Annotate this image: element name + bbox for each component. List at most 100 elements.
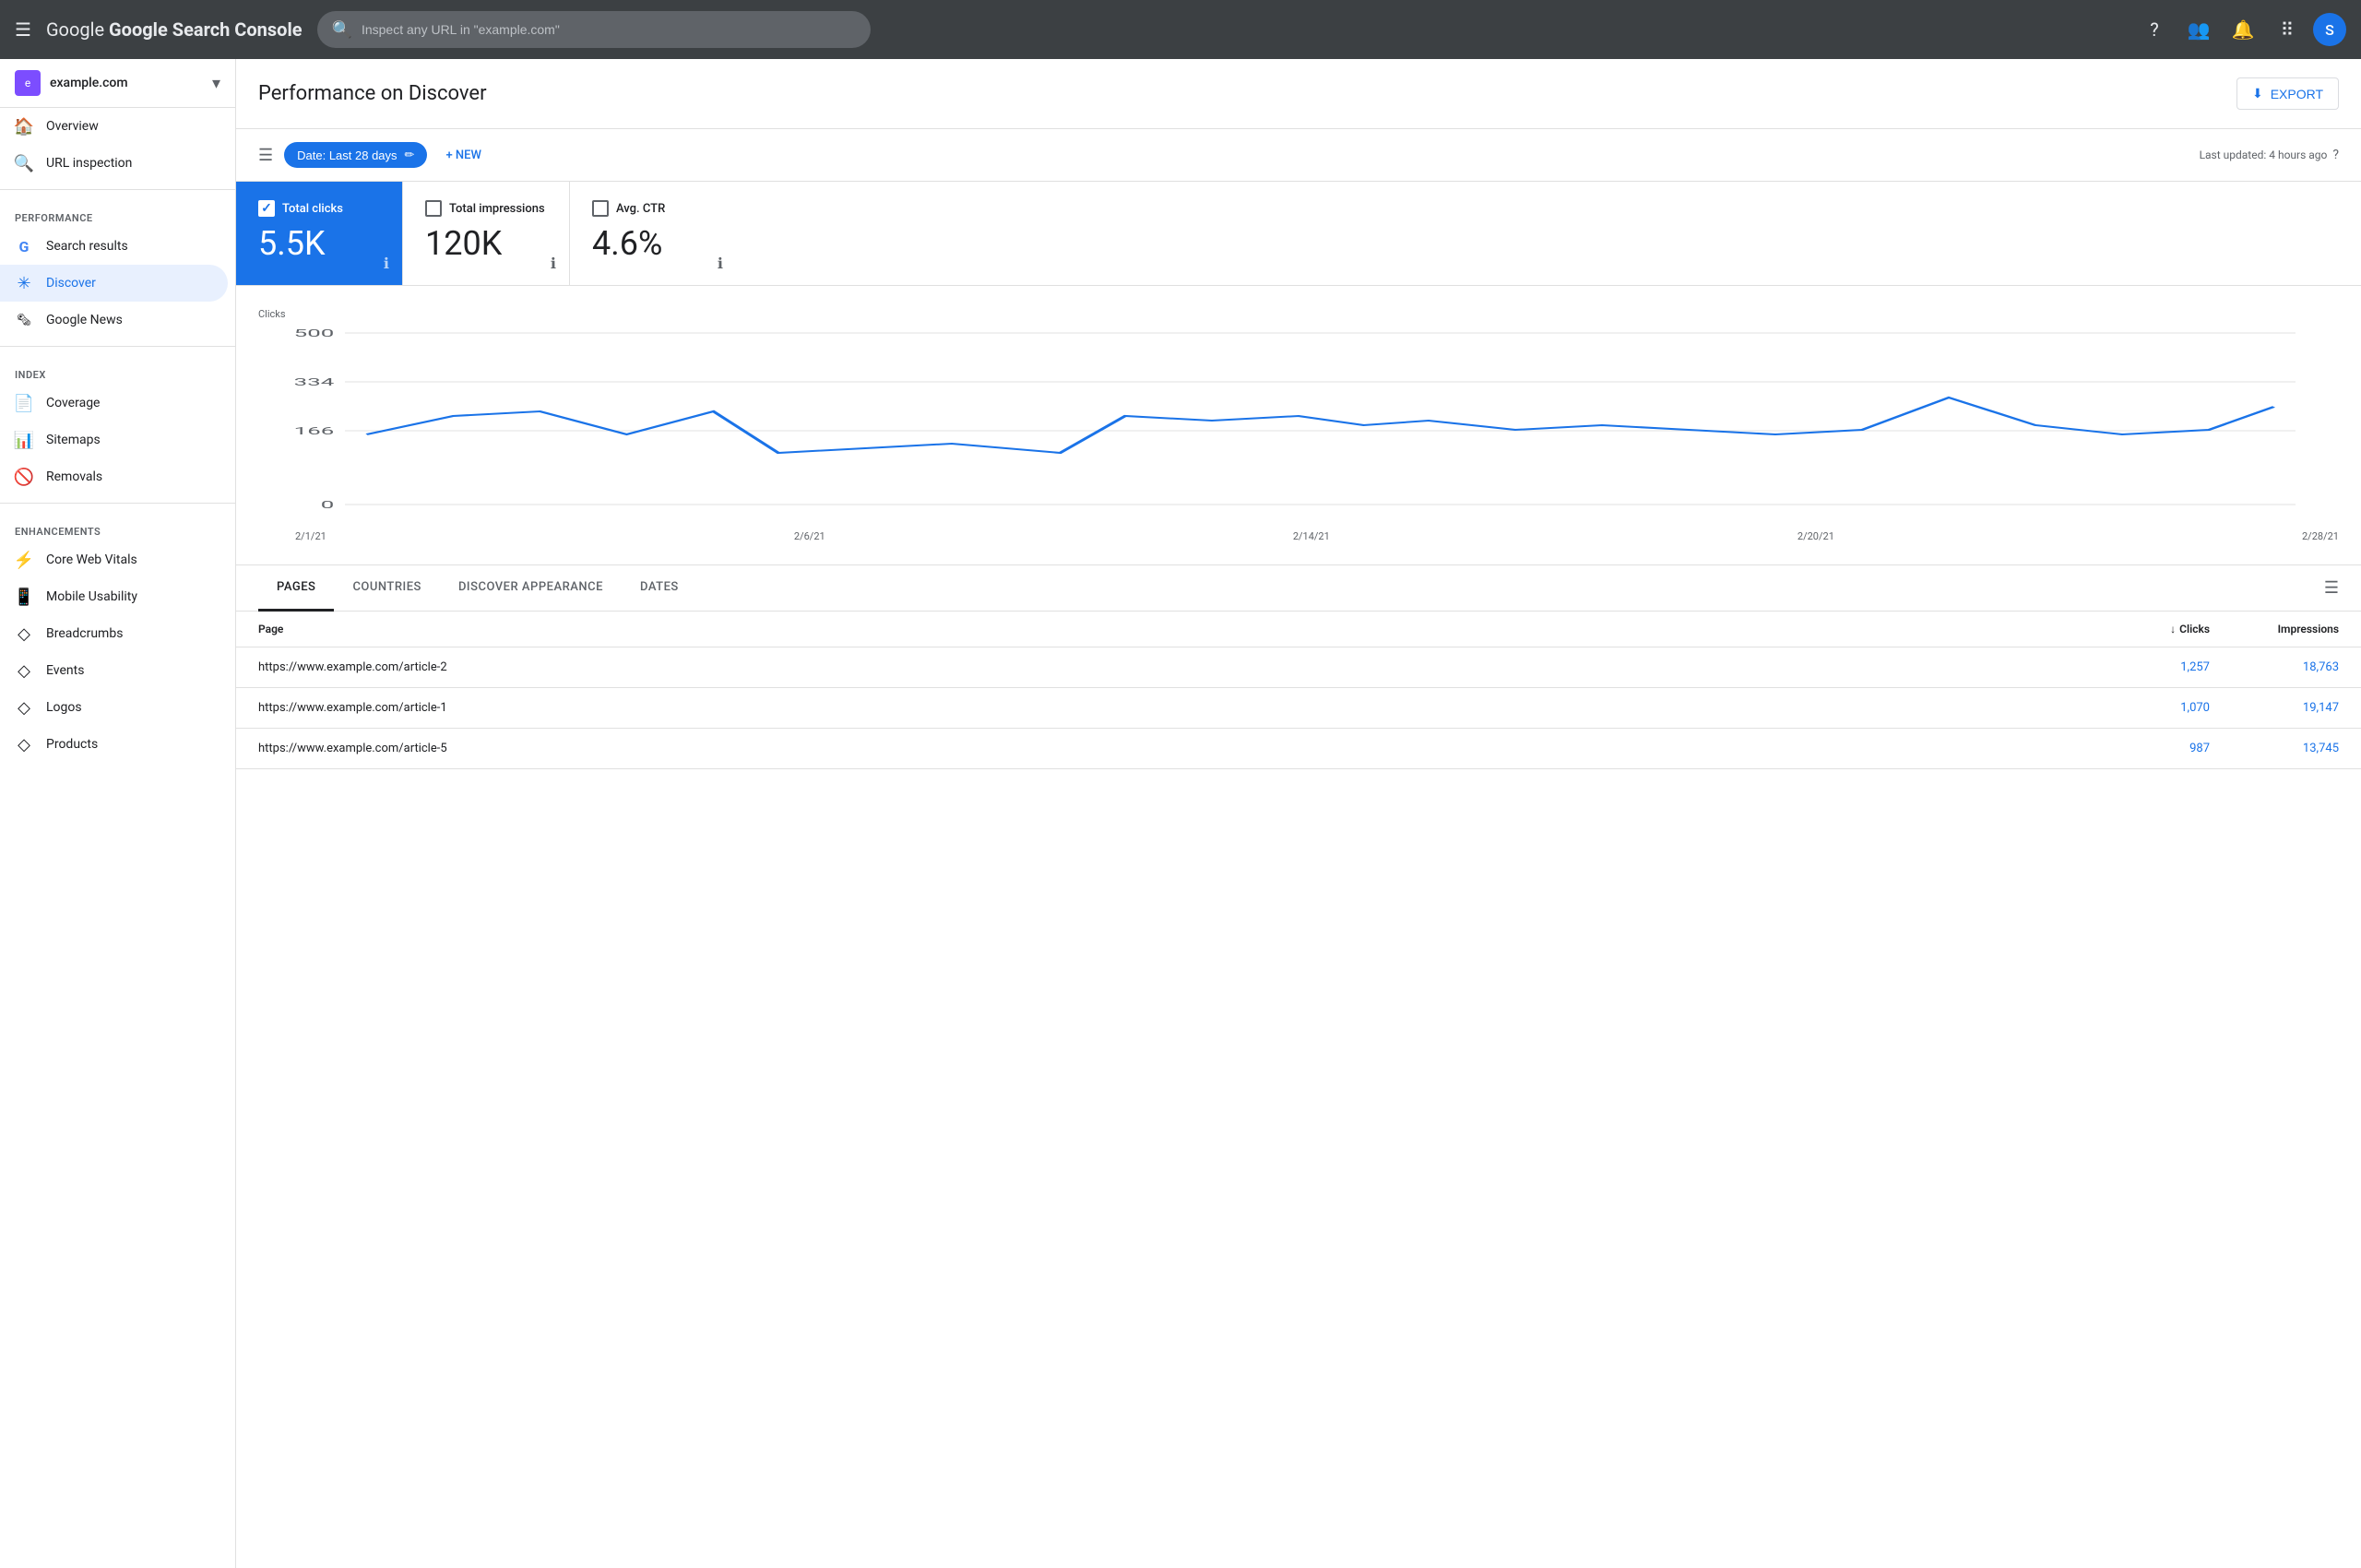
apps-icon[interactable]: ⠿ — [2269, 11, 2306, 48]
new-filter-label: + NEW — [445, 148, 481, 162]
cell-page-2: https://www.example.com/article-5 — [258, 742, 2099, 755]
table-container: Page ↓ Clicks Impressions https://www.ex… — [236, 612, 2361, 769]
logos-icon: ◇ — [15, 698, 33, 717]
breadcrumbs-icon: ◇ — [15, 624, 33, 643]
sidebar-item-discover[interactable]: ✳ Discover — [0, 265, 228, 302]
sidebar-label-discover: Discover — [46, 276, 96, 291]
sidebar-item-products[interactable]: ◇ Products — [0, 726, 228, 763]
cell-impressions-0: 18,763 — [2210, 660, 2339, 674]
dropdown-arrow-icon: ▾ — [212, 74, 220, 93]
metric-clicks-header: ✓ Total clicks — [258, 200, 380, 217]
site-name: example.com — [50, 76, 128, 90]
table-row[interactable]: https://www.example.com/article-1 1,070 … — [236, 688, 2361, 729]
table-row[interactable]: https://www.example.com/article-2 1,257 … — [236, 647, 2361, 688]
sidebar-label-core-web-vitals: Core Web Vitals — [46, 552, 137, 567]
help-icon[interactable]: ? — [2136, 11, 2173, 48]
sidebar-item-breadcrumbs[interactable]: ◇ Breadcrumbs — [0, 615, 228, 652]
home-icon: 🏠 — [15, 117, 33, 136]
enhancements-section-label: Enhancements — [0, 511, 235, 541]
svg-text:500: 500 — [294, 327, 335, 339]
last-updated-text: Last updated: 4 hours ago — [2200, 148, 2328, 161]
sidebar-item-coverage[interactable]: 📄 Coverage — [0, 385, 228, 422]
google-g-icon: G — [15, 237, 33, 255]
page-title: Performance on Discover — [258, 82, 487, 105]
coverage-icon: 📄 — [15, 394, 33, 412]
sidebar-item-url-inspection[interactable]: 🔍 URL inspection — [0, 145, 228, 182]
sidebar: e example.com ▾ 🏠 Overview 🔍 URL inspect… — [0, 59, 236, 1568]
cell-clicks-2: 987 — [2099, 742, 2210, 755]
export-label: EXPORT — [2271, 87, 2323, 101]
cell-page-0: https://www.example.com/article-2 — [258, 660, 2099, 674]
chart-y-label: Clicks — [258, 308, 2339, 320]
chart-x-label-4: 2/28/21 — [2302, 530, 2339, 542]
notifications-icon[interactable]: 🔔 — [2225, 11, 2261, 48]
metric-total-clicks[interactable]: ✓ Total clicks 5.5K ℹ — [236, 182, 402, 285]
sidebar-item-core-web-vitals[interactable]: ⚡ Core Web Vitals — [0, 541, 228, 578]
export-button[interactable]: ⬇ EXPORT — [2236, 77, 2339, 110]
removals-icon: 🚫 — [15, 468, 33, 486]
new-filter-button[interactable]: + NEW — [438, 143, 488, 168]
search-console-insights-icon[interactable]: 👥 — [2180, 11, 2217, 48]
sidebar-item-google-news[interactable]: 🗞 Google News — [0, 302, 228, 339]
date-filter-label: Date: Last 28 days — [297, 148, 397, 162]
page-header: Performance on Discover ⬇ EXPORT — [236, 59, 2361, 129]
metric-clicks-checkbox: ✓ — [258, 200, 275, 217]
metric-avg-ctr[interactable]: Avg. CTR 4.6% ℹ — [570, 182, 736, 285]
search-icon: 🔍 — [332, 20, 352, 40]
sidebar-item-removals[interactable]: 🚫 Removals — [0, 458, 228, 495]
last-updated: Last updated: 4 hours ago ? — [2200, 148, 2339, 162]
chart-x-label-0: 2/1/21 — [295, 530, 326, 542]
cell-page-1: https://www.example.com/article-1 — [258, 701, 2099, 715]
cell-impressions-1: 19,147 — [2210, 701, 2339, 715]
metric-clicks-label: Total clicks — [282, 202, 343, 216]
sidebar-item-search-results[interactable]: G Search results — [0, 228, 228, 265]
metric-impressions-checkbox — [425, 200, 442, 217]
svg-text:166: 166 — [294, 425, 335, 437]
filter-icon: ☰ — [258, 146, 273, 165]
sidebar-label-coverage: Coverage — [46, 396, 100, 410]
svg-text:0: 0 — [321, 499, 335, 511]
metric-ctr-info-icon: ℹ — [718, 255, 723, 272]
menu-icon[interactable]: ☰ — [15, 18, 31, 41]
date-filter-button[interactable]: Date: Last 28 days ✏ — [284, 142, 427, 168]
sidebar-label-events: Events — [46, 663, 84, 678]
sidebar-divider-2 — [0, 346, 235, 347]
mobile-usability-icon: 📱 — [15, 588, 33, 606]
sidebar-label-removals: Removals — [46, 469, 102, 484]
sidebar-item-logos[interactable]: ◇ Logos — [0, 689, 228, 726]
tab-countries[interactable]: COUNTRIES — [334, 565, 440, 612]
sidebar-item-events[interactable]: ◇ Events — [0, 652, 228, 689]
export-icon: ⬇ — [2252, 86, 2263, 101]
table-filter-icon[interactable]: ☰ — [2324, 578, 2339, 598]
sidebar-label-google-news: Google News — [46, 313, 123, 327]
sidebar-item-mobile-usability[interactable]: 📱 Mobile Usability — [0, 578, 228, 615]
cell-clicks-0: 1,257 — [2099, 660, 2210, 674]
sidebar-label-search-results: Search results — [46, 239, 128, 254]
metric-ctr-value: 4.6% — [592, 224, 714, 263]
sidebar-item-overview[interactable]: 🏠 Overview — [0, 108, 228, 145]
edit-icon: ✏ — [405, 148, 415, 162]
metric-clicks-info-icon: ℹ — [384, 255, 389, 272]
metrics-row: ✓ Total clicks 5.5K ℹ Total impressions … — [236, 182, 2361, 286]
chart-container: 500 334 166 0 — [258, 324, 2339, 527]
chart-x-label-1: 2/6/21 — [794, 530, 825, 542]
app-logo: Google Google Search Console — [46, 18, 303, 41]
sidebar-item-sitemaps[interactable]: 📊 Sitemaps — [0, 422, 228, 458]
last-updated-help-icon: ? — [2332, 148, 2339, 162]
index-section-label: Index — [0, 354, 235, 385]
column-clicks-header: ↓ Clicks — [2099, 623, 2210, 636]
table-row[interactable]: https://www.example.com/article-5 987 13… — [236, 729, 2361, 769]
site-selector[interactable]: e example.com ▾ — [0, 59, 235, 108]
chart-x-labels: 2/1/21 2/6/21 2/14/21 2/20/21 2/28/21 — [258, 527, 2339, 542]
tab-pages[interactable]: PAGES — [258, 565, 334, 612]
main-content: Performance on Discover ⬇ EXPORT ☰ Date:… — [236, 59, 2361, 1568]
tab-dates[interactable]: DATES — [622, 565, 697, 612]
sidebar-divider-1 — [0, 189, 235, 190]
metric-total-impressions[interactable]: Total impressions 120K ℹ — [403, 182, 569, 285]
url-inspect-search[interactable]: 🔍 — [317, 11, 871, 48]
avatar[interactable]: S — [2313, 13, 2346, 46]
top-navigation: ☰ Google Google Search Console 🔍 ? 👥 🔔 ⠿… — [0, 0, 2361, 59]
search-input[interactable] — [362, 22, 856, 37]
tab-discover-appearance[interactable]: DISCOVER APPEARANCE — [440, 565, 622, 612]
tabs-row: PAGES COUNTRIES DISCOVER APPEARANCE DATE… — [236, 565, 2361, 612]
